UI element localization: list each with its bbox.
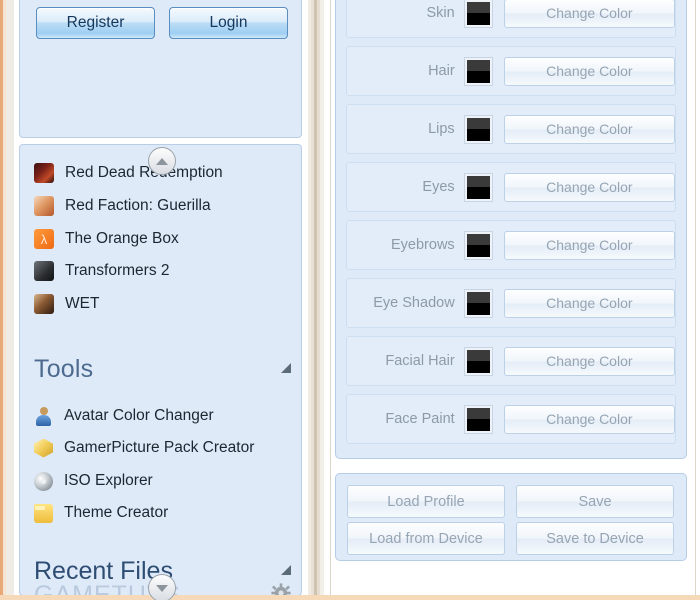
- color-swatch[interactable]: [464, 0, 492, 27]
- color-row-label: Lips: [428, 121, 455, 137]
- save-to-device-button[interactable]: Save to Device: [516, 522, 674, 555]
- color-row-label: Skin: [426, 5, 455, 21]
- resize-handle-icon[interactable]: [281, 363, 291, 373]
- panel-divider: [304, 0, 330, 600]
- color-swatch[interactable]: [464, 231, 492, 259]
- color-row-label: Eye Shadow: [373, 295, 455, 311]
- change-color-button[interactable]: Change Color: [503, 114, 675, 144]
- avatar-color-changer-panel: Skin Change Color Hair Change Color Lips…: [330, 0, 696, 600]
- chevron-down-icon: [156, 584, 168, 592]
- game-icon-rdr: [34, 163, 54, 183]
- scroll-down-button[interactable]: [148, 574, 176, 600]
- sidebar-item-avatar-color-changer[interactable]: Avatar Color Changer: [34, 400, 291, 432]
- color-row-skin: Skin Change Color: [346, 0, 676, 38]
- library-panel: Red Dead Redemption Red Faction: Guerill…: [19, 144, 302, 600]
- tool-item-label: ISO Explorer: [64, 472, 153, 489]
- tool-item-label: Theme Creator: [64, 504, 169, 521]
- list-item-label: The Orange Box: [65, 230, 179, 247]
- disc-icon: [34, 471, 53, 491]
- window-bottom-edge: [0, 595, 700, 600]
- list-item[interactable]: Red Faction: Guerilla: [34, 190, 291, 222]
- color-row-label: Hair: [428, 63, 455, 79]
- color-rows-container: Skin Change Color Hair Change Color Lips…: [335, 0, 687, 459]
- left-sidebar: Username Password Remember Me Auto Login…: [17, 0, 304, 600]
- sidebar-item-theme-creator[interactable]: Theme Creator: [34, 497, 291, 529]
- color-row-label: Facial Hair: [385, 353, 455, 369]
- color-swatch[interactable]: [464, 173, 492, 201]
- game-icon-orange-box: [34, 229, 54, 249]
- login-panel: Username Password Remember Me Auto Login…: [19, 0, 302, 138]
- color-row-label: Face Paint: [385, 411, 455, 427]
- scroll-up-button[interactable]: [148, 147, 176, 175]
- tool-item-label: Avatar Color Changer: [64, 407, 214, 424]
- chevron-up-icon: [156, 157, 168, 165]
- change-color-button[interactable]: Change Color: [503, 346, 675, 376]
- list-item[interactable]: WET: [34, 288, 291, 320]
- tools-header: Tools: [34, 355, 94, 383]
- color-row-label: Eyebrows: [391, 237, 455, 253]
- change-color-button[interactable]: Change Color: [503, 404, 675, 434]
- tool-item-label: GamerPicture Pack Creator: [64, 439, 255, 456]
- color-swatch[interactable]: [464, 289, 492, 317]
- sidebar-item-iso-explorer[interactable]: ISO Explorer: [34, 465, 291, 497]
- list-item-label: Red Faction: Guerilla: [65, 197, 211, 214]
- save-button[interactable]: Save: [516, 485, 674, 518]
- game-icon-wet: [34, 294, 54, 314]
- game-icon-transformers: [34, 261, 54, 281]
- color-row-eyebrows: Eyebrows Change Color: [346, 220, 676, 270]
- change-color-button[interactable]: Change Color: [503, 172, 675, 202]
- list-item-label: WET: [65, 295, 100, 312]
- list-item-label: Transformers 2: [65, 262, 170, 279]
- list-item[interactable]: The Orange Box: [34, 223, 291, 255]
- color-swatch[interactable]: [464, 347, 492, 375]
- change-color-button[interactable]: Change Color: [503, 288, 675, 318]
- change-color-button[interactable]: Change Color: [503, 56, 675, 86]
- list-item[interactable]: Transformers 2: [34, 255, 291, 287]
- cube-icon: [34, 438, 53, 458]
- color-swatch[interactable]: [464, 115, 492, 143]
- change-color-button[interactable]: Change Color: [503, 0, 675, 28]
- color-row-lips: Lips Change Color: [346, 104, 676, 154]
- color-swatch[interactable]: [464, 405, 492, 433]
- login-button[interactable]: Login: [169, 7, 288, 39]
- profile-actions-panel: Load Profile Save Load from Device Save …: [335, 473, 687, 561]
- sidebar-item-gamerpicture-pack-creator[interactable]: GamerPicture Pack Creator: [34, 432, 291, 464]
- load-from-device-button[interactable]: Load from Device: [347, 522, 505, 555]
- color-row-eyes: Eyes Change Color: [346, 162, 676, 212]
- color-swatch[interactable]: [464, 57, 492, 85]
- color-row-eye-shadow: Eye Shadow Change Color: [346, 278, 676, 328]
- register-button[interactable]: Register: [36, 7, 155, 39]
- color-row-hair: Hair Change Color: [346, 46, 676, 96]
- list-item-label: Red Dead Redemption: [65, 164, 223, 181]
- application-window: Username Password Remember Me Auto Login…: [0, 0, 700, 600]
- change-color-button[interactable]: Change Color: [503, 230, 675, 260]
- load-profile-button[interactable]: Load Profile: [347, 485, 505, 518]
- game-icon-rfg: [34, 196, 54, 216]
- color-row-face-paint: Face Paint Change Color: [346, 394, 676, 444]
- person-icon: [34, 406, 53, 426]
- color-row-label: Eyes: [422, 179, 455, 195]
- folder-icon: [34, 503, 53, 523]
- resize-handle-icon[interactable]: [281, 565, 291, 575]
- color-row-facial-hair: Facial Hair Change Color: [346, 336, 676, 386]
